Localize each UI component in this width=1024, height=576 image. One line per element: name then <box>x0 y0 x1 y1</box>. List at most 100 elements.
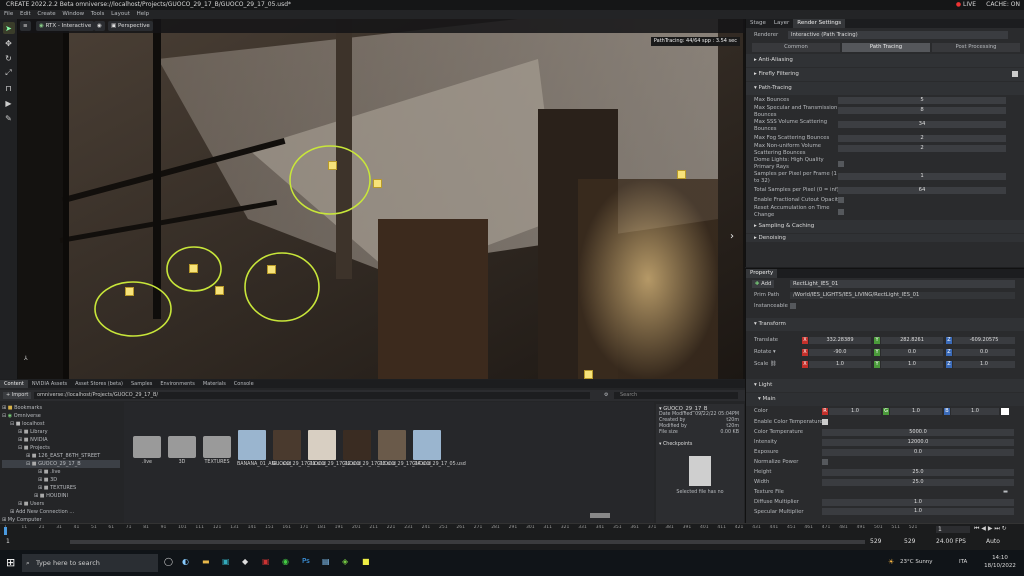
tree-item-localhost[interactable]: ⊟ ■ localhost <box>2 420 120 428</box>
subtab-common[interactable]: Common <box>752 43 840 52</box>
clock-date[interactable]: 18/10/2022 <box>980 563 1020 569</box>
rotate-icon[interactable]: ↻ <box>3 52 15 64</box>
rect-light-gizmo[interactable] <box>125 287 134 296</box>
file-item[interactable]: GUOCO_29_17_04.usd <box>377 430 431 468</box>
chevron-right-icon[interactable]: › <box>730 231 734 242</box>
max-bounces-slider[interactable]: 5 <box>838 97 1006 104</box>
menu-window[interactable]: Window <box>62 11 84 17</box>
scale-z-field[interactable]: 1.0 <box>953 361 1015 368</box>
explorer-icon[interactable]: ▬ <box>202 557 210 566</box>
max-nonuniform-slider[interactable]: 2 <box>838 145 1006 152</box>
edge-icon[interactable]: ◐ <box>182 557 189 566</box>
translate-x-field[interactable]: 332.28389 <box>809 337 871 344</box>
scale-y-field[interactable]: 1.0 <box>881 361 943 368</box>
section-sampling-caching[interactable]: ▸ Sampling & Caching <box>746 220 1024 233</box>
prim-path-field[interactable]: /World/IES_LIGHTS/IES_LIVING/RectLight_I… <box>790 292 1015 299</box>
file-item[interactable]: BANANA_01_ANI....usd <box>237 430 291 468</box>
section-anti-aliasing[interactable]: ▸ Anti-Aliasing <box>746 54 1024 67</box>
cache-status[interactable]: CACHE: ON <box>986 0 1020 10</box>
diffuse-multiplier-field[interactable]: 1.0 <box>822 499 1014 506</box>
menu-file[interactable]: File <box>4 11 13 17</box>
tab-render-settings[interactable]: Render Settings <box>793 19 846 28</box>
prim-name-field[interactable]: RectLight_IES_01 <box>790 280 1015 288</box>
viewport[interactable]: ≡ ◉ RTX - Interactive ◉ ▣ Perspective Pa… <box>18 19 745 379</box>
scale-x-field[interactable]: 1.0 <box>809 361 871 368</box>
enable-color-temp-checkbox[interactable] <box>822 419 828 425</box>
playback-controls-icon[interactable]: ⏮ ◀ ▶ ⏭ ↻ <box>974 525 1007 533</box>
tree-item-projects[interactable]: ⊟ ■ Projects <box>2 444 120 452</box>
tree-item-3d[interactable]: ⊞ ■ 3D <box>2 476 120 484</box>
tree-item-bookmarks[interactable]: ⊞ ■ Bookmarks <box>2 404 120 412</box>
menu-layout[interactable]: Layout <box>111 11 130 17</box>
color-temperature-field[interactable]: 5000.0 <box>822 429 1014 436</box>
specular-multiplier-field[interactable]: 1.0 <box>822 508 1014 515</box>
file-item[interactable]: GUOCO_29_17_03.usd <box>342 430 396 468</box>
auto-key-button[interactable]: Auto <box>986 538 1000 545</box>
clock-time[interactable]: 14:10 <box>980 555 1020 561</box>
renderer-dropdown[interactable]: Interactive (Path Tracing) <box>788 31 1008 39</box>
section-light[interactable]: ▾ Light <box>746 379 1024 392</box>
playhead[interactable] <box>4 527 7 535</box>
search-input[interactable]: Search <box>614 392 738 399</box>
omniverse-icon[interactable]: ◈ <box>342 557 348 566</box>
intensity-field[interactable]: 12000.0 <box>822 439 1014 446</box>
subtab-post-processing[interactable]: Post Processing <box>932 43 1020 52</box>
color-r-field[interactable]: 1.0 <box>829 408 881 415</box>
width-field[interactable]: 25.0 <box>822 479 1014 486</box>
photoshop-icon[interactable]: Ps <box>302 557 310 565</box>
range-slider[interactable] <box>70 540 865 544</box>
tab-layer[interactable]: Layer <box>770 19 793 28</box>
end-frame-field-2[interactable]: 529 <box>904 538 915 545</box>
current-frame-field[interactable]: 1 <box>936 526 970 533</box>
reset-accum-checkbox[interactable] <box>838 209 844 215</box>
section-path-tracing[interactable]: ▾ Path-Tracing <box>746 82 1024 95</box>
max-spec-slider[interactable]: 8 <box>838 107 1006 114</box>
spp-frame-field[interactable]: 1 <box>838 173 1006 180</box>
tree-item-126-east[interactable]: ⊞ ■ 126_EAST_86TH_STREET <box>2 452 120 460</box>
blender-icon[interactable]: ◆ <box>242 557 248 566</box>
exposure-field[interactable]: 0.0 <box>822 449 1014 456</box>
section-denoising[interactable]: ▸ Denoising <box>746 234 1024 242</box>
subtab-path-tracing[interactable]: Path Tracing <box>842 43 930 52</box>
color-swatch[interactable] <box>1001 408 1009 415</box>
camera-chip[interactable]: ▣ Perspective <box>108 21 153 31</box>
rotate-y-field[interactable]: 0.0 <box>881 349 943 356</box>
cutout-checkbox[interactable] <box>838 197 844 203</box>
tree-item-omniverse[interactable]: ⊟ ◉ Omniverse <box>2 412 120 420</box>
paint-icon[interactable]: ✎ <box>3 112 15 124</box>
height-field[interactable]: 25.0 <box>822 469 1014 476</box>
snap-icon[interactable]: ⊓ <box>3 82 15 94</box>
hamburger-icon[interactable]: ≡ <box>20 21 31 31</box>
live-badge[interactable]: ● LIVE <box>956 0 976 10</box>
tree-item-guoco[interactable]: ⊟ ■ GUOCO_29_17_B <box>2 460 120 468</box>
tab-environments[interactable]: Environments <box>156 380 199 388</box>
tab-console[interactable]: Console <box>230 380 258 388</box>
timeline-ruler[interactable]: 1112131415161718191101111121131141151161… <box>4 525 924 533</box>
tab-nvidia-assets[interactable]: NVIDIA Assets <box>28 380 71 388</box>
select-icon[interactable]: ➤ <box>2 22 15 34</box>
section-transform[interactable]: ▾ Transform <box>746 318 1024 331</box>
tab-materials[interactable]: Materials <box>199 380 230 388</box>
app-icon[interactable]: ▤ <box>322 557 330 566</box>
chrome-icon[interactable]: ◉ <box>282 557 289 566</box>
menu-help[interactable]: Help <box>137 11 150 17</box>
tree-item-live[interactable]: ⊞ ■ .live <box>2 468 120 476</box>
translate-z-field[interactable]: -609.20575 <box>953 337 1015 344</box>
move-icon[interactable]: ✥ <box>3 37 15 49</box>
tree-item-houdini[interactable]: ⊞ ■ HOUDINI <box>2 492 120 500</box>
rect-light-gizmo[interactable] <box>328 161 337 170</box>
tree-item-nvidia[interactable]: ⊞ ■ NVIDIA <box>2 436 120 444</box>
max-fog-slider[interactable]: 2 <box>838 135 1006 142</box>
translate-y-field[interactable]: 282.8261 <box>881 337 943 344</box>
tree-item-users[interactable]: ⊞ ■ Users <box>2 500 120 508</box>
tab-property[interactable]: Property <box>746 269 778 278</box>
rect-light-gizmo[interactable] <box>677 170 686 179</box>
tree-item-textures[interactable]: ⊞ ■ TEXTURES <box>2 484 120 492</box>
language-indicator[interactable]: ITA <box>959 559 967 565</box>
renderer-chip[interactable]: ◉ RTX - Interactive <box>36 21 95 31</box>
rotate-z-field[interactable]: 0.0 <box>953 349 1015 356</box>
windows-start-icon[interactable]: ⊞ <box>6 556 15 569</box>
dome-lights-checkbox[interactable] <box>838 161 844 167</box>
play-icon[interactable]: ▶ <box>3 97 15 109</box>
file-item[interactable]: TEXTURES <box>202 430 232 466</box>
